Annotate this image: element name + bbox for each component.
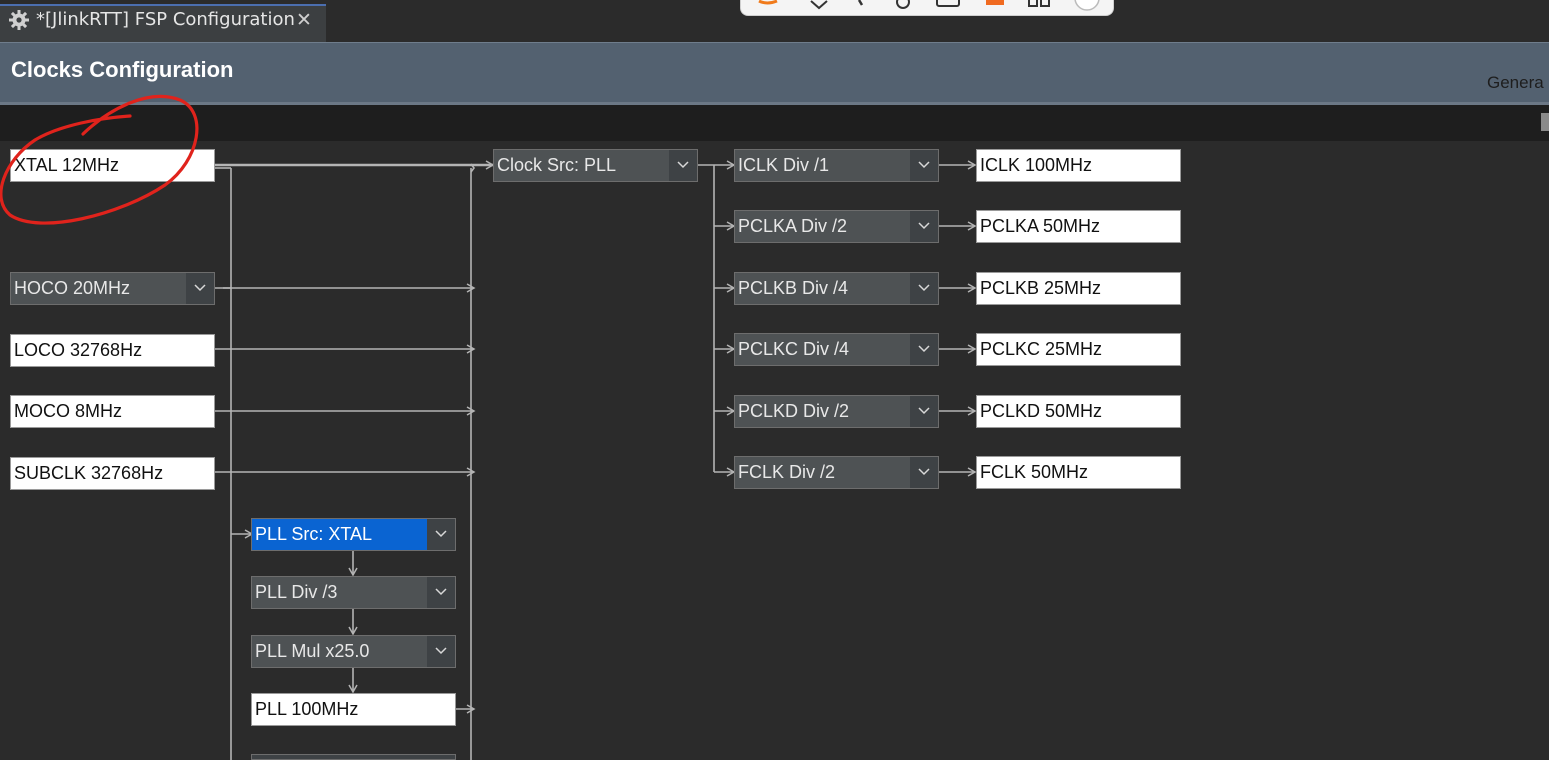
chevron-down-icon[interactable] xyxy=(910,211,938,242)
pll-multiplier-select[interactable]: PLL Mul x25.0 xyxy=(251,635,456,668)
divider-label: FCLK Div /2 xyxy=(735,457,910,488)
divider-label: PCLKC Div /4 xyxy=(735,334,910,365)
clock-source-select[interactable]: Clock Src: PLL xyxy=(493,149,698,182)
hoco-select-label: HOCO 20MHz xyxy=(11,273,186,304)
pclka-output-field: PCLKA 50MHz xyxy=(976,210,1181,243)
chevron-down-icon[interactable] xyxy=(910,334,938,365)
divider-label: ICLK Div /1 xyxy=(735,150,910,181)
next-select-partial[interactable] xyxy=(251,754,456,760)
fclk-divider-select[interactable]: FCLK Div /2 xyxy=(734,456,939,489)
pll-divider-label: PLL Div /3 xyxy=(252,577,427,608)
chevron-down-icon[interactable] xyxy=(427,519,455,550)
clock-wires xyxy=(215,160,977,760)
pll-source-label: PLL Src: XTAL xyxy=(252,519,427,550)
chevron-down-icon[interactable] xyxy=(427,636,455,667)
iclk-output-field: ICLK 100MHz xyxy=(976,149,1181,182)
pclka-divider-select[interactable]: PCLKA Div /2 xyxy=(734,210,939,243)
pclkd-divider-select[interactable]: PCLKD Div /2 xyxy=(734,395,939,428)
pll-multiplier-label: PLL Mul x25.0 xyxy=(252,636,427,667)
pclkb-divider-select[interactable]: PCLKB Div /4 xyxy=(734,272,939,305)
pclkc-divider-select[interactable]: PCLKC Div /4 xyxy=(734,333,939,366)
loco-frequency-field: LOCO 32768Hz xyxy=(10,334,215,367)
clock-source-label: Clock Src: PLL xyxy=(494,150,669,181)
subclk-frequency-field: SUBCLK 32768Hz xyxy=(10,457,215,490)
chevron-down-icon[interactable] xyxy=(910,396,938,427)
chevron-down-icon[interactable] xyxy=(910,273,938,304)
chevron-down-icon[interactable] xyxy=(186,273,214,304)
hoco-select[interactable]: HOCO 20MHz xyxy=(10,272,215,305)
chevron-down-icon[interactable] xyxy=(427,577,455,608)
iclk-divider-select[interactable]: ICLK Div /1 xyxy=(734,149,939,182)
pclkc-output-field: PCLKC 25MHz xyxy=(976,333,1181,366)
chevron-down-icon[interactable] xyxy=(669,150,697,181)
xtal-frequency-field[interactable]: XTAL 12MHz xyxy=(10,149,215,182)
chevron-down-icon[interactable] xyxy=(910,457,938,488)
moco-frequency-field: MOCO 8MHz xyxy=(10,395,215,428)
divider-label: PCLKD Div /2 xyxy=(735,396,910,427)
pll-output-field: PLL 100MHz xyxy=(251,693,456,726)
chevron-down-icon[interactable] xyxy=(910,150,938,181)
pclkd-output-field: PCLKD 50MHz xyxy=(976,395,1181,428)
pll-source-select[interactable]: PLL Src: XTAL xyxy=(251,518,456,551)
fclk-output-field: FCLK 50MHz xyxy=(976,456,1181,489)
pclkb-output-field: PCLKB 25MHz xyxy=(976,272,1181,305)
pll-divider-select[interactable]: PLL Div /3 xyxy=(251,576,456,609)
divider-label: PCLKA Div /2 xyxy=(735,211,910,242)
divider-label: PCLKB Div /4 xyxy=(735,273,910,304)
